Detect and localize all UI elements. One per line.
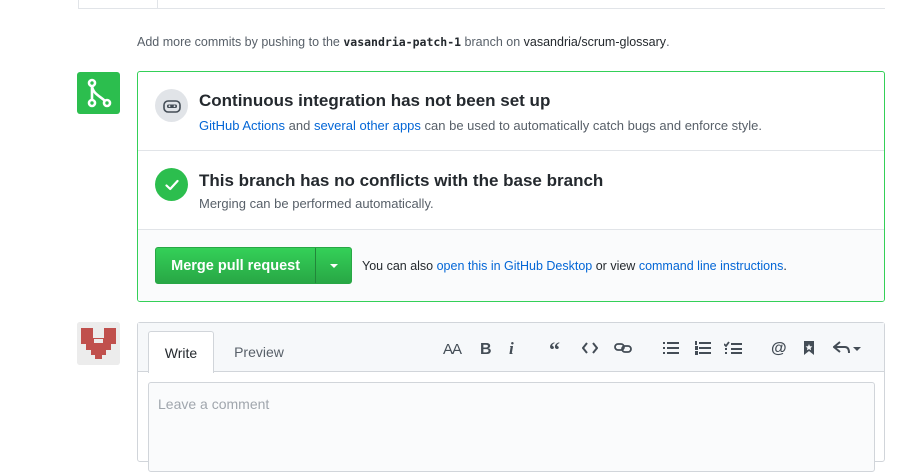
git-merge-icon bbox=[77, 72, 120, 114]
ordered-list-icon[interactable] bbox=[695, 337, 711, 359]
comment-textarea[interactable]: Leave a comment bbox=[148, 382, 875, 472]
other-apps-link[interactable]: several other apps bbox=[314, 118, 421, 133]
avatar[interactable] bbox=[77, 322, 120, 365]
open-desktop-link[interactable]: open this in GitHub Desktop bbox=[437, 259, 593, 273]
bold-icon[interactable]: B bbox=[479, 337, 493, 359]
ci-title: Continuous integration has not been set … bbox=[199, 91, 551, 110]
ci-subtitle: GitHub Actions and several other apps ca… bbox=[199, 118, 762, 133]
task-list-icon[interactable] bbox=[724, 337, 742, 359]
svg-text:“: “ bbox=[549, 341, 560, 355]
svg-text:B: B bbox=[480, 341, 492, 356]
branch-name: vasandria-patch-1 bbox=[343, 35, 462, 49]
mention-icon[interactable]: @ bbox=[771, 337, 787, 359]
svg-text:@: @ bbox=[771, 340, 787, 356]
ci-rest-text: can be used to automatically catch bugs … bbox=[424, 118, 763, 133]
merge-button-group[interactable]: Merge pull request bbox=[155, 247, 352, 284]
unordered-list-icon[interactable] bbox=[663, 337, 679, 359]
link-icon[interactable] bbox=[614, 337, 632, 359]
quote-icon[interactable]: “ bbox=[549, 337, 565, 359]
push-hint-suffix: . bbox=[666, 35, 670, 49]
push-hint-middle: branch on bbox=[464, 35, 521, 49]
timeline-border-mid bbox=[157, 0, 158, 8]
reply-icon[interactable] bbox=[833, 337, 861, 359]
merge-alt-prefix: You can also bbox=[362, 259, 434, 273]
checkmark-icon bbox=[155, 168, 188, 201]
cli-instructions-link[interactable]: command line instructions bbox=[639, 259, 784, 273]
comment-toolbar: Write Preview AA B i “ @ bbox=[138, 323, 884, 373]
merge-box: Continuous integration has not been set … bbox=[137, 71, 885, 302]
conflicts-title: This branch has no conflicts with the ba… bbox=[199, 171, 604, 190]
repo-name: vasandria/scrum-glossary bbox=[523, 35, 667, 49]
push-hint-prefix: Add more commits by pushing to the bbox=[137, 35, 340, 49]
svg-text:i: i bbox=[509, 340, 514, 356]
merge-pull-request-button[interactable]: Merge pull request bbox=[156, 248, 317, 283]
merge-alternatives: You can also open this in GitHub Desktop… bbox=[362, 259, 787, 273]
comment-composer: Write Preview AA B i “ @ Leave a comment bbox=[137, 322, 885, 472]
svg-text:A: A bbox=[452, 341, 462, 356]
timeline-border-bottom bbox=[78, 8, 885, 9]
push-hint: Add more commits by pushing to the vasan… bbox=[137, 35, 670, 49]
ci-bot-icon bbox=[155, 89, 188, 122]
timeline-border-left bbox=[78, 0, 79, 8]
github-actions-link[interactable]: GitHub Actions bbox=[199, 118, 285, 133]
code-icon[interactable] bbox=[582, 337, 598, 359]
merge-alt-suffix: . bbox=[783, 259, 787, 273]
tab-write[interactable]: Write bbox=[148, 331, 214, 373]
italic-icon[interactable]: i bbox=[507, 337, 517, 359]
ci-and-text: and bbox=[288, 118, 311, 133]
merge-action-section: Merge pull request You can also open thi… bbox=[138, 230, 884, 301]
conflicts-subtitle: Merging can be performed automatically. bbox=[199, 196, 434, 211]
conflicts-section: This branch has no conflicts with the ba… bbox=[138, 151, 884, 230]
merge-alt-middle: or view bbox=[595, 259, 636, 273]
tab-preview[interactable]: Preview bbox=[222, 331, 296, 372]
triangle-down-icon[interactable] bbox=[316, 248, 351, 283]
saved-reply-icon[interactable] bbox=[803, 337, 815, 359]
text-size-icon[interactable]: AA bbox=[443, 337, 463, 359]
ci-section: Continuous integration has not been set … bbox=[138, 72, 884, 151]
